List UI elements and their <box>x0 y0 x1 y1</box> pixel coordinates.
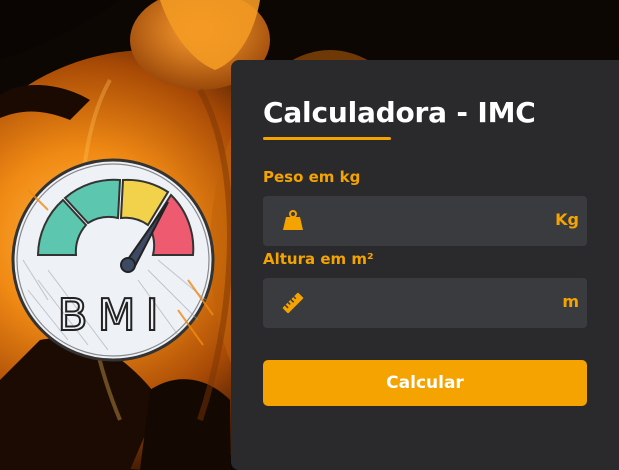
title-underline <box>263 137 391 140</box>
weight-input[interactable] <box>315 196 539 248</box>
height-input[interactable] <box>315 278 539 330</box>
weight-label: Peso em kg <box>263 168 361 186</box>
weight-field[interactable]: Kg <box>263 196 587 248</box>
height-unit-label: m <box>562 292 579 311</box>
weight-icon <box>281 209 305 233</box>
weight-unit-label: Kg <box>555 210 579 229</box>
bmi-gauge-illustration: BMI <box>8 150 218 370</box>
height-field[interactable]: m <box>263 278 587 330</box>
ruler-icon <box>281 291 305 315</box>
svg-text:BMI: BMI <box>57 290 168 341</box>
height-label: Altura em m² <box>263 250 374 268</box>
page-title: Calculadora - IMC <box>263 96 536 129</box>
calculate-button[interactable]: Calcular <box>263 360 587 406</box>
calculator-form: Calculadora - IMC Peso em kg Kg Altura e… <box>231 0 619 470</box>
